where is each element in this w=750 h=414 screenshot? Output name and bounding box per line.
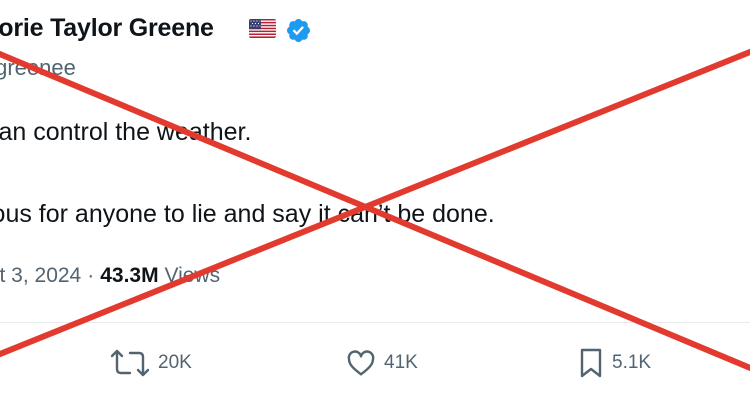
author-name[interactable]: rjorie Taylor Greene: [0, 14, 214, 43]
repost-count: 20K: [158, 352, 192, 373]
us-flag-icon: [249, 19, 276, 38]
bookmark-button[interactable]: 5.1K: [576, 338, 651, 388]
post-text-line: lous for anyone to lie and say it can’t …: [0, 200, 495, 228]
action-bar: 20K 41K 5.1K: [0, 338, 750, 388]
post-card: rjorie Taylor Greene tgreenee can contro…: [0, 0, 750, 414]
author-handle[interactable]: tgreenee: [0, 55, 76, 81]
views-count: 43.3M: [100, 264, 159, 287]
like-button[interactable]: 41K: [344, 338, 418, 388]
views-label: Views: [158, 264, 221, 287]
bookmark-count: 5.1K: [612, 352, 652, 373]
bookmark-icon: [576, 346, 612, 380]
heart-icon: [344, 347, 384, 379]
post-text-line: can control the weather.: [0, 118, 252, 146]
divider: [0, 322, 750, 323]
post-meta: ct 3, 2024 ·43.3M Views: [0, 264, 220, 288]
verified-badge-icon[interactable]: [285, 17, 312, 44]
meta-separator: ·: [87, 264, 95, 287]
repost-button[interactable]: 20K: [108, 338, 192, 388]
like-count: 41K: [384, 352, 418, 373]
post-date[interactable]: ct 3, 2024: [0, 264, 81, 287]
repost-icon: [108, 347, 158, 379]
